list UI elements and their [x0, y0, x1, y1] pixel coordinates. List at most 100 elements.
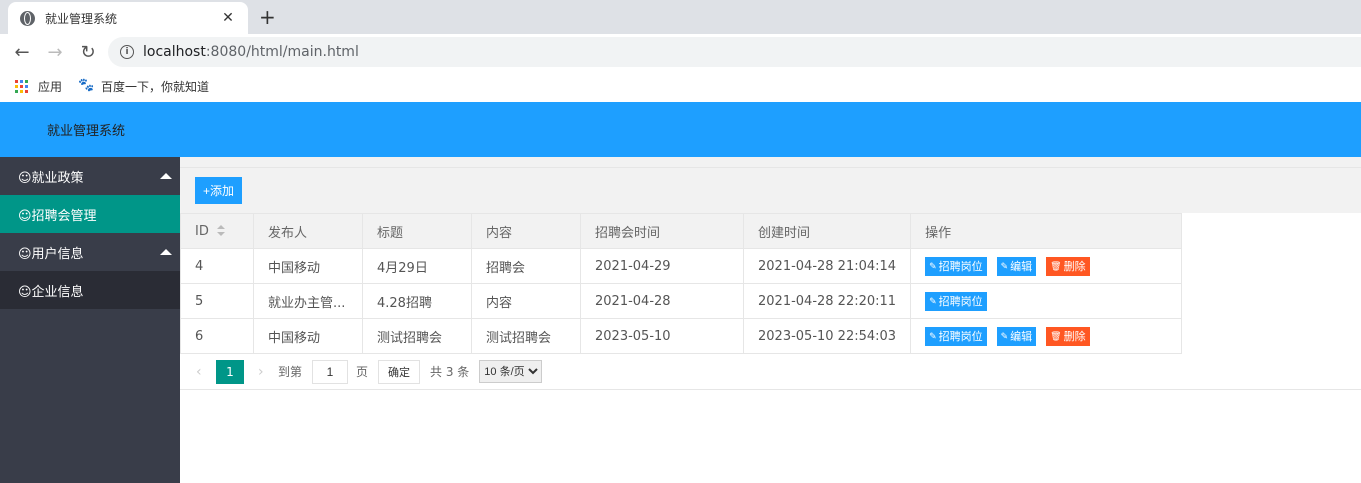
- table-header-row: ID 发布人 标题 内容 招聘会时间 创建时间 操作: [180, 213, 1183, 249]
- table-toolbar: +添加: [180, 167, 1361, 213]
- globe-icon: [20, 10, 35, 26]
- button-label: 删除: [1063, 331, 1086, 343]
- baidu-paw-icon: 🐾: [78, 78, 95, 93]
- sort-icon[interactable]: [216, 225, 225, 237]
- cell-content: 内容: [471, 283, 581, 319]
- goto-label: 到第: [278, 365, 303, 379]
- cell-fair-time: 2021-04-28: [580, 283, 744, 319]
- column-header-publisher: 发布人: [253, 213, 363, 249]
- cell-id: 4: [180, 248, 254, 284]
- sidebar-item-label: ☺招聘会管理: [18, 208, 97, 224]
- cell-publisher: 中国移动: [253, 248, 363, 284]
- cell-created: 2021-04-28 22:20:11: [742, 283, 912, 319]
- edit-button[interactable]: ✎ 编辑: [996, 326, 1037, 346]
- column-header-id[interactable]: ID: [180, 213, 254, 249]
- sidebar-item-company-info[interactable]: ☺企业信息: [0, 271, 180, 309]
- tab-title: 就业管理系统: [45, 11, 118, 26]
- button-label: 招聘岗位: [938, 261, 983, 273]
- table-row: 4 中国移动 4月29日 招聘会 2021-04-29 2021-04-28 2…: [180, 248, 1183, 284]
- column-header-label: ID: [195, 223, 209, 239]
- job-fair-table: ID 发布人 标题 内容 招聘会时间 创建时间 操作 4 中国移动 4月29日 …: [180, 213, 1183, 354]
- button-label: 删除: [1063, 261, 1086, 273]
- pencil-icon: ✎: [1000, 260, 1009, 271]
- job-positions-button[interactable]: ✎ 招聘岗位: [925, 326, 987, 346]
- address-bar[interactable]: i localhost:8080/html/main.html: [108, 37, 1361, 67]
- close-icon[interactable]: ✕: [220, 10, 236, 26]
- column-header-fair-time: 招聘会时间: [580, 213, 744, 249]
- forward-arrow-icon[interactable]: →: [44, 41, 66, 63]
- button-label: 编辑: [1010, 331, 1033, 343]
- cell-title: 测试招聘会: [362, 318, 472, 354]
- cell-content: 招聘会: [471, 248, 581, 284]
- cell-id: 6: [180, 318, 254, 354]
- cell-publisher: 中国移动: [253, 318, 363, 354]
- add-button[interactable]: +添加: [195, 177, 243, 204]
- job-positions-button[interactable]: ✎ 招聘岗位: [925, 291, 987, 311]
- new-tab-button[interactable]: +: [259, 5, 276, 29]
- next-page-icon[interactable]: ›: [258, 364, 272, 380]
- sidebar-item-job-fair[interactable]: ☺招聘会管理: [0, 195, 180, 233]
- column-header-content: 内容: [471, 213, 581, 249]
- pencil-icon: ✎: [929, 260, 937, 271]
- main-content: +添加 ID 发布人 标题 内容 招聘会时间 创建时间 操作 4 中国移动 4月…: [180, 157, 1361, 483]
- table-row: 6 中国移动 测试招聘会 测试招聘会 2023-05-10 2023-05-10…: [180, 318, 1183, 354]
- url-host: localhost: [143, 44, 206, 60]
- bookmarks-bar: 应用 🐾 百度一下，你就知道: [0, 70, 1361, 102]
- column-header-title: 标题: [362, 213, 472, 249]
- table-row: 5 就业办主管... 4.28招聘 内容 2021-04-28 2021-04-…: [180, 283, 1183, 319]
- cell-fair-time: 2021-04-29: [580, 248, 744, 284]
- job-positions-button[interactable]: ✎ 招聘岗位: [925, 256, 987, 276]
- trash-icon: 🗑: [1050, 330, 1062, 341]
- bookmark-baidu[interactable]: 🐾 百度一下，你就知道: [78, 78, 209, 95]
- bookmark-label: 百度一下，你就知道: [101, 79, 210, 94]
- cell-title: 4月29日: [362, 248, 472, 284]
- button-label: 招聘岗位: [938, 296, 983, 308]
- sidebar-item-label: ☺企业信息: [18, 284, 84, 300]
- bookmark-apps[interactable]: 应用: [15, 78, 62, 95]
- goto-page-input[interactable]: [312, 359, 349, 384]
- caret-up-icon: [160, 249, 172, 255]
- cell-actions: ✎ 招聘岗位: [910, 283, 1183, 319]
- info-icon[interactable]: i: [120, 45, 134, 59]
- content-top-gap: [180, 157, 1361, 167]
- delete-button[interactable]: 🗑 删除: [1046, 326, 1090, 346]
- page-button-current[interactable]: 1: [216, 359, 244, 384]
- button-label: 招聘岗位: [938, 331, 983, 343]
- browser-tab[interactable]: 就业管理系统 ✕: [8, 2, 248, 34]
- delete-button[interactable]: 🗑 删除: [1046, 256, 1090, 276]
- trash-icon: 🗑: [1050, 260, 1062, 271]
- column-header-actions: 操作: [910, 213, 1183, 249]
- goto-confirm-button[interactable]: 确定: [378, 359, 421, 384]
- sidebar: ☺就业政策 ☺招聘会管理 ☺用户信息 ☺企业信息: [0, 157, 180, 483]
- edit-button[interactable]: ✎ 编辑: [996, 256, 1037, 276]
- caret-up-icon: [160, 173, 172, 179]
- cell-content: 测试招聘会: [471, 318, 581, 354]
- browser-navbar: ← → ↻ i localhost:8080/html/main.html: [0, 34, 1361, 70]
- app-title: 就业管理系统: [47, 124, 126, 139]
- back-arrow-icon[interactable]: ←: [11, 41, 33, 63]
- sidebar-group-user-info[interactable]: ☺用户信息: [0, 233, 180, 271]
- pencil-icon: ✎: [1000, 330, 1009, 341]
- sidebar-item-label: ☺用户信息: [18, 246, 84, 262]
- apps-grid-icon: [15, 79, 28, 93]
- cell-title: 4.28招聘: [362, 283, 472, 319]
- column-header-created: 创建时间: [742, 213, 912, 249]
- cell-created: 2023-05-10 22:54:03: [742, 318, 912, 354]
- page-size-select[interactable]: 10 条/页: [479, 360, 543, 383]
- sidebar-item-label: ☺就业政策: [18, 170, 84, 186]
- pencil-icon: ✎: [929, 295, 937, 306]
- total-count: 共 3 条: [430, 365, 470, 379]
- reload-icon[interactable]: ↻: [77, 41, 99, 63]
- cell-id: 5: [180, 283, 254, 319]
- prev-page-icon[interactable]: ‹: [196, 364, 210, 380]
- pagination: ‹ 1 › 到第 页 确定 共 3 条 10 条/页: [180, 354, 1361, 390]
- bookmark-label: 应用: [38, 79, 63, 94]
- url-path: :8080/html/main.html: [205, 44, 359, 60]
- pencil-icon: ✎: [929, 330, 937, 341]
- cell-publisher: 就业办主管...: [253, 283, 363, 319]
- cell-actions: ✎ 招聘岗位 ✎ 编辑 🗑 删除: [910, 248, 1183, 284]
- url-text: localhost:8080/html/main.html: [143, 44, 359, 60]
- cell-actions: ✎ 招聘岗位 ✎ 编辑 🗑 删除: [910, 318, 1183, 354]
- page-unit-label: 页: [356, 365, 369, 379]
- sidebar-group-policy[interactable]: ☺就业政策: [0, 157, 180, 195]
